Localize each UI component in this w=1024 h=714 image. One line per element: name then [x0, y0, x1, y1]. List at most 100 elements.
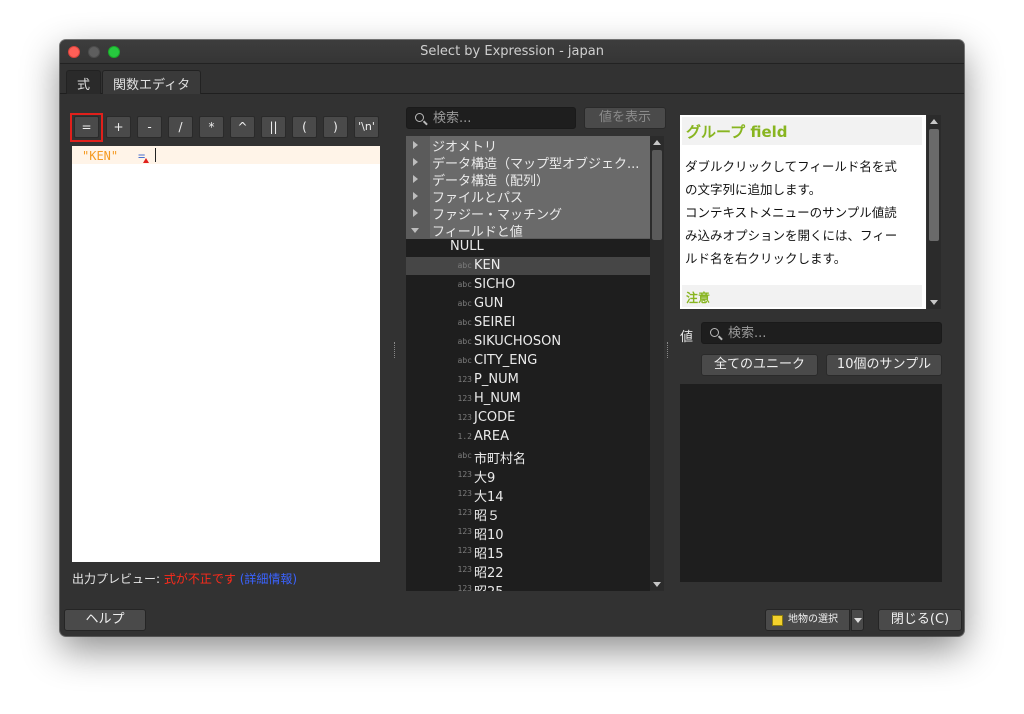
help-title: グループ field	[682, 117, 922, 145]
field-item[interactable]: 123 大14	[406, 485, 650, 505]
expand-arrow-icon[interactable]	[413, 175, 418, 183]
field-item[interactable]: abc 市町村名	[406, 447, 650, 467]
integer-type-icon: 123	[457, 394, 472, 403]
help-note-heading: 注意	[682, 285, 922, 307]
field-token: "KEN"	[82, 149, 119, 163]
search-icon	[710, 328, 719, 337]
tree-group-files-and-paths[interactable]: ファイルとパス	[406, 187, 650, 205]
field-item[interactable]: abc SEIREI	[406, 314, 650, 332]
decimal-type-icon: 1.2	[457, 432, 472, 441]
field-item[interactable]: abc SIKUCHOSON	[406, 333, 650, 351]
expand-arrow-icon[interactable]	[413, 209, 418, 217]
operator-minus-button[interactable]: -	[137, 116, 162, 138]
operator-newline-button[interactable]: '\n'	[354, 116, 379, 138]
highlight-box	[70, 113, 103, 142]
left-splitter-handle[interactable]	[394, 342, 396, 358]
field-item[interactable]: 123 H_NUM	[406, 390, 650, 408]
current-line: "KEN" =	[72, 146, 380, 164]
field-item[interactable]: 123 昭22	[406, 561, 650, 581]
expression-editor[interactable]: "KEN" =	[72, 146, 380, 562]
tree-item-null[interactable]: NULL	[406, 238, 650, 256]
operator-divide-button[interactable]: /	[168, 116, 193, 138]
integer-type-icon: 123	[457, 546, 472, 555]
string-type-icon: abc	[457, 261, 472, 270]
expand-arrow-icon[interactable]	[413, 192, 418, 200]
tree-group-fuzzy-matching[interactable]: ファジー・マッチング	[406, 204, 650, 222]
field-item[interactable]: 123 JCODE	[406, 409, 650, 427]
select-features-icon	[772, 615, 783, 626]
tab-bar: 式 関数エディタ	[60, 64, 964, 94]
tree-group-geometry[interactable]: ジオメトリ	[406, 136, 650, 154]
operator-plus-button[interactable]: +	[106, 116, 131, 138]
help-scrollbar[interactable]	[927, 115, 941, 309]
operator-power-button[interactable]: ^	[230, 116, 255, 138]
field-item[interactable]: 123 昭25	[406, 580, 650, 591]
values-list[interactable]	[680, 384, 942, 582]
scroll-thumb[interactable]	[652, 150, 662, 240]
expand-arrow-icon[interactable]	[413, 141, 418, 149]
select-mode-dropdown[interactable]	[851, 609, 864, 631]
output-preview: 出力プレビュー: 式が不正です (詳細情報)	[72, 570, 297, 587]
scroll-down-arrow-icon[interactable]	[930, 300, 938, 305]
scroll-up-arrow-icon[interactable]	[653, 140, 661, 145]
preview-label: 出力プレビュー:	[72, 572, 161, 586]
field-item[interactable]: 123 大9	[406, 466, 650, 486]
integer-type-icon: 123	[457, 375, 472, 384]
window-title: Select by Expression - japan	[420, 44, 604, 59]
scroll-thumb[interactable]	[929, 129, 939, 241]
integer-type-icon: 123	[457, 584, 472, 591]
integer-type-icon: 123	[457, 470, 472, 479]
expand-arrow-icon[interactable]	[413, 158, 418, 166]
text-caret	[155, 148, 156, 162]
operator-open-paren-button[interactable]: (	[292, 116, 317, 138]
integer-type-icon: 123	[457, 489, 472, 498]
field-item[interactable]: abc KEN	[406, 257, 650, 275]
tab-function-editor[interactable]: 関数エディタ	[102, 70, 202, 94]
values-search-input[interactable]	[728, 325, 933, 341]
help-panel: グループ field ダブルクリックしてフィールド名を式 の文字列に追加します。…	[680, 115, 926, 309]
help-button[interactable]: ヘルプ	[64, 609, 146, 631]
field-item[interactable]: abc GUN	[406, 295, 650, 313]
show-values-button[interactable]: 値を表示	[584, 107, 666, 129]
scroll-down-arrow-icon[interactable]	[653, 582, 661, 587]
field-item[interactable]: abc SICHO	[406, 276, 650, 294]
search-icon	[415, 113, 424, 122]
operator-multiply-button[interactable]: *	[199, 116, 224, 138]
right-splitter-handle[interactable]	[667, 342, 669, 358]
string-type-icon: abc	[457, 337, 472, 346]
operator-concat-button[interactable]: ||	[261, 116, 286, 138]
function-search[interactable]	[406, 107, 576, 129]
integer-type-icon: 123	[457, 508, 472, 517]
field-item[interactable]: abc CITY_ENG	[406, 352, 650, 370]
tree-group-fields-and-values[interactable]: フィールドと値	[406, 221, 650, 239]
integer-type-icon: 123	[457, 413, 472, 422]
string-type-icon: abc	[457, 356, 472, 365]
all-unique-button[interactable]: 全てのユニーク	[701, 354, 818, 376]
field-item[interactable]: 123 昭15	[406, 542, 650, 562]
string-type-icon: abc	[457, 318, 472, 327]
field-item[interactable]: 123 昭５	[406, 504, 650, 524]
integer-type-icon: 123	[457, 565, 472, 574]
syntax-error-marker-icon	[143, 158, 149, 163]
tree-group-maps[interactable]: データ構造（マップ型オブジェク...	[406, 153, 650, 171]
chevron-down-icon	[854, 618, 862, 623]
collapse-arrow-icon[interactable]	[411, 228, 419, 233]
tree-group-arrays[interactable]: データ構造（配列）	[406, 170, 650, 188]
tab-expression[interactable]: 式	[66, 70, 102, 94]
integer-type-icon: 123	[457, 527, 472, 536]
string-type-icon: abc	[457, 280, 472, 289]
tree-scrollbar[interactable]	[650, 136, 664, 591]
ten-samples-button[interactable]: 10個のサンプル	[826, 354, 942, 376]
values-label: 値	[680, 330, 694, 345]
function-tree[interactable]: ジオメトリ データ構造（マップ型オブジェク... データ構造（配列） ファイルと…	[406, 136, 650, 591]
select-features-button[interactable]: 地物の選択	[765, 609, 850, 631]
close-button[interactable]: 閉じる(C)	[878, 609, 962, 631]
function-search-input[interactable]	[433, 110, 573, 126]
field-item[interactable]: 1.2 AREA	[406, 428, 650, 446]
scroll-up-arrow-icon[interactable]	[930, 119, 938, 124]
field-item[interactable]: 123 昭10	[406, 523, 650, 543]
details-link[interactable]: (詳細情報)	[240, 572, 297, 586]
values-search[interactable]	[701, 322, 942, 344]
field-item[interactable]: 123 P_NUM	[406, 371, 650, 389]
operator-close-paren-button[interactable]: )	[323, 116, 348, 138]
